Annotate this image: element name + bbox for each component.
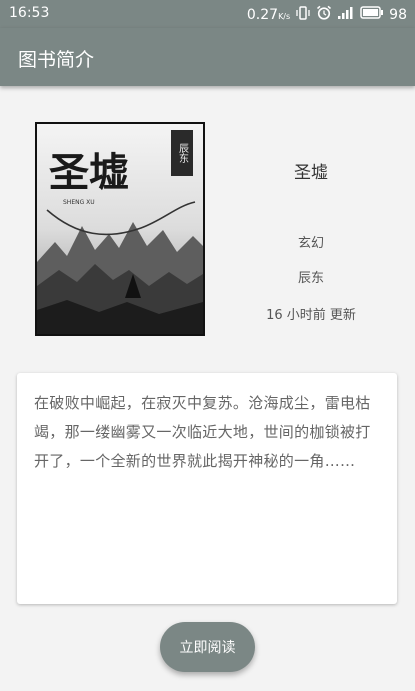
page-title: 图书简介 (18, 49, 95, 71)
alarm-icon (316, 5, 332, 24)
book-update-time: 16 小时前 更新 (266, 308, 356, 323)
vibrate-icon (295, 5, 311, 24)
book-genre: 玄幻 (297, 236, 324, 251)
app-bar: 图书简介 (0, 28, 415, 86)
cover-title-text: 圣墟 (49, 149, 129, 196)
signal-icon (337, 6, 355, 24)
read-now-button[interactable]: 立即阅读 (160, 622, 255, 672)
book-description: 在破败中崛起，在寂灭中复苏。沧海成尘，雷电枯竭，那一缕幽雾又一次临近大地，世间的… (34, 394, 371, 470)
cover-seal-text: 辰东 (177, 143, 189, 163)
battery-level: 98 (389, 6, 407, 23)
data-rate: 0.27K/s (246, 6, 291, 23)
status-bar: 16:53 0.27K/s 98 (0, 0, 415, 28)
cover-pinyin-text: SHENG XU (63, 199, 95, 206)
book-cover-image: 圣墟 辰东 SHENG XU (35, 122, 205, 336)
description-card: 在破败中崛起，在寂灭中复苏。沧海成尘，雷电枯竭，那一缕幽雾又一次临近大地，世间的… (17, 373, 397, 604)
status-icons: 0.27K/s 98 (247, 5, 407, 24)
book-author: 辰东 (297, 271, 324, 286)
book-title: 圣墟 (294, 163, 328, 183)
battery-icon (360, 6, 384, 23)
status-time: 16:53 (9, 5, 50, 21)
